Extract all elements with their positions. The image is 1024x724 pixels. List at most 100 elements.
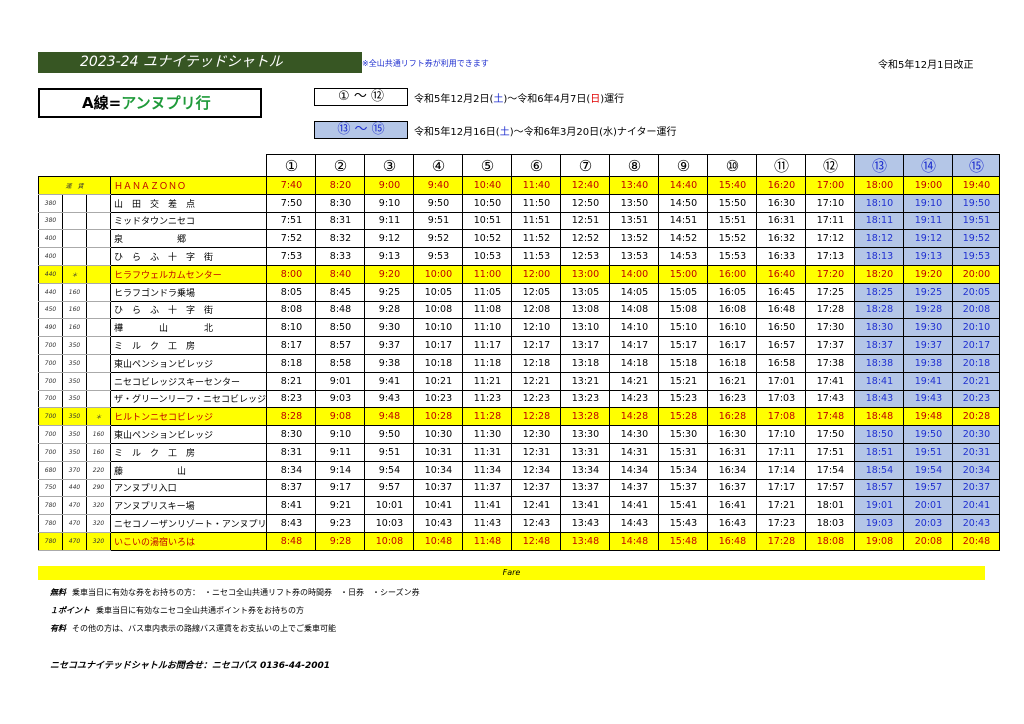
- departure-time: 9:28: [315, 531, 366, 551]
- departure-time: 8:37: [266, 478, 317, 498]
- departure-time: 17:48: [805, 407, 856, 427]
- table-row: 700 350 東山ペンションビレッジ 8:18 8:58 9:38 10:18 11:18 1…: [38, 353, 1001, 373]
- fare-cell: 320: [86, 531, 111, 551]
- departure-time: 18:01: [805, 496, 856, 516]
- departure-time: 10:03: [364, 514, 415, 533]
- departure-time: 18:54: [854, 460, 905, 480]
- departure-time: 19:20: [903, 264, 954, 284]
- lift-ticket-note: ※全山共通リフト券が利用できます: [362, 59, 489, 68]
- departure-time: 8:23: [266, 389, 317, 409]
- departure-time: 11:08: [462, 300, 513, 320]
- departure-time: 13:00: [560, 264, 611, 284]
- departure-time: 19:13: [903, 247, 954, 266]
- fare-cell: 440: [38, 282, 63, 302]
- table-row: 700 350 ザ・グリーンリーフ・ニセコビレッジ 8:23 9:03 9:43 10:23…: [38, 389, 1001, 409]
- departure-time: 13:31: [560, 442, 611, 462]
- departure-time: 10:31: [413, 442, 464, 462]
- stop-name: ヒルトンニセコビレッジ: [109, 407, 268, 427]
- departure-time: 12:48: [511, 531, 562, 551]
- fare-cell: [86, 353, 111, 373]
- departure-time: 8:05: [266, 282, 317, 302]
- departure-time: 7:51: [266, 211, 317, 231]
- departure-time: 16:28: [707, 407, 758, 427]
- trip-number-2: ②: [315, 154, 366, 177]
- departure-time: 18:25: [854, 282, 905, 302]
- departure-time: 17:54: [805, 460, 856, 480]
- fare-cell: 780: [38, 531, 63, 551]
- departure-time: 14:40: [658, 176, 709, 195]
- departure-time: 16:57: [756, 336, 807, 355]
- table-row: 700 350 ニセコビレッジスキーセンター 8:21 9:01 9:41 10:21 11:…: [38, 371, 1001, 391]
- departure-time: 17:14: [756, 460, 807, 480]
- departure-time: 8:08: [266, 300, 317, 320]
- fare-cell: 450: [38, 300, 63, 320]
- departure-time: 9:21: [315, 496, 366, 516]
- departure-time: 18:13: [854, 247, 905, 266]
- departure-time: 10:51: [462, 211, 513, 231]
- departure-time: 15:28: [658, 407, 709, 427]
- departure-time: 19:37: [903, 336, 954, 355]
- departure-time: 15:37: [658, 478, 709, 498]
- trip-number-8: ⑧: [609, 154, 660, 177]
- departure-time: 9:08: [315, 407, 366, 427]
- table-row: 400 ひ ら ふ 十 字 街 7:53 8:33 9:13 9:53 10:53 11:53…: [38, 247, 1001, 266]
- departure-time: 15:50: [707, 193, 758, 213]
- departure-time: 10:01: [364, 496, 415, 516]
- fare-cell: [86, 318, 111, 338]
- departure-time: 14:18: [609, 353, 660, 373]
- departure-time: 9:03: [315, 389, 366, 409]
- revision-date: 令和5年12月1日改正: [878, 60, 974, 71]
- departure-time: 15:41: [658, 496, 709, 516]
- departure-time: 16:48: [756, 300, 807, 320]
- departure-time: 15:18: [658, 353, 709, 373]
- departure-time: 15:10: [658, 318, 709, 338]
- timetable: ①②③④⑤⑥⑦⑧⑨⑩⑪⑫⑬⑭⑮ 運 賃 ＨＡＮＡＺＯＮＯ 7:40 8:20 9:00 9…: [38, 154, 1001, 551]
- departure-time: 9:17: [315, 478, 366, 498]
- table-row: 700 350 160 ミ ル ク 工 房 8:31 9:11 9:51 10:31 11:31…: [38, 442, 1001, 462]
- departure-time: 9:23: [315, 514, 366, 533]
- fare-cell: 700: [38, 389, 63, 409]
- departure-time: 19:48: [903, 407, 954, 427]
- fare-cell: 290: [86, 478, 111, 498]
- fare-cell: [62, 211, 87, 231]
- fare-cell: 380: [38, 211, 63, 231]
- departure-time: 18:48: [854, 407, 905, 427]
- legend-regular-text: 令和5年12月2日(土)～令和6年4月7日(日)運行: [414, 93, 625, 105]
- departure-time: 9:10: [315, 425, 366, 444]
- legend-regular: ① ～ ⑫ 令和5年12月2日(土)～令和6年4月7日(日)運行: [314, 88, 624, 106]
- departure-time: 14:17: [609, 336, 660, 355]
- departure-time: 20:17: [952, 336, 1001, 355]
- departure-time: 11:05: [462, 282, 513, 302]
- departure-time: 15:52: [707, 229, 758, 249]
- departure-time: 10:18: [413, 353, 464, 373]
- departure-time: 10:10: [413, 318, 464, 338]
- departure-time: 9:51: [364, 442, 415, 462]
- fare-cell: 160: [86, 425, 111, 444]
- fare-cell: 490: [38, 318, 63, 338]
- stop-name: 東山ペンションビレッジ: [109, 353, 268, 373]
- departure-time: 9:10: [364, 193, 415, 213]
- departure-time: 12:05: [511, 282, 562, 302]
- stop-name: ＨＡＮＡＺＯＮＯ: [109, 176, 268, 195]
- departure-time: 9:25: [364, 282, 415, 302]
- departure-time: 11:41: [462, 496, 513, 516]
- departure-time: 20:28: [952, 407, 1001, 427]
- stop-name: ミッドタウンニセコ: [109, 211, 268, 231]
- fare-cell: 470: [62, 531, 87, 551]
- departure-time: 10:41: [413, 496, 464, 516]
- fare-cell: [86, 371, 111, 391]
- departure-time: 8:41: [266, 496, 317, 516]
- fare-cell: 700: [38, 336, 63, 355]
- departure-time: 9:11: [364, 211, 415, 231]
- departure-time: 16:18: [707, 353, 758, 373]
- departure-time: 18:28: [854, 300, 905, 320]
- departure-time: 10:50: [462, 193, 513, 213]
- fare-cell: 160: [62, 318, 87, 338]
- trip-number-1: ①: [266, 154, 317, 177]
- departure-time: 14:05: [609, 282, 660, 302]
- departure-time: 15:23: [658, 389, 709, 409]
- route-title: A線=アンヌプリ行: [38, 88, 262, 118]
- departure-time: 20:18: [952, 353, 1001, 373]
- departure-time: 13:08: [560, 300, 611, 320]
- stop-name: ミ ル ク 工 房: [109, 442, 268, 462]
